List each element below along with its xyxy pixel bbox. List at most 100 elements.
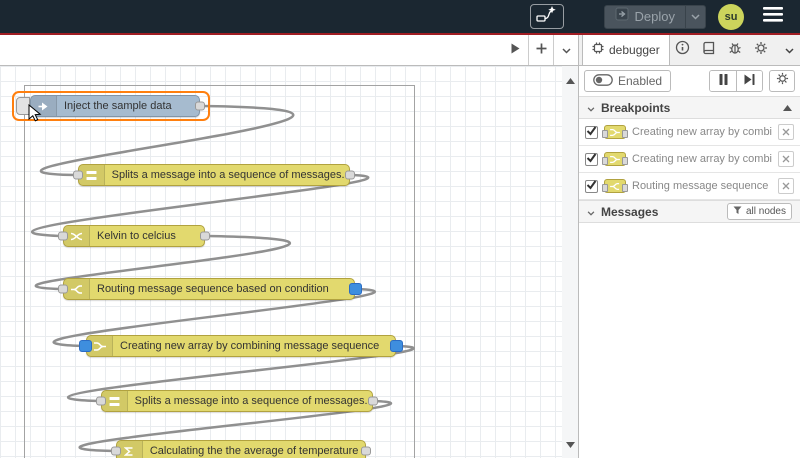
messages-section-header[interactable]: Messages all nodes <box>579 200 800 223</box>
message-filter-button[interactable]: all nodes <box>726 203 792 220</box>
input-port[interactable] <box>73 170 83 180</box>
scroll-down-icon[interactable] <box>566 435 575 453</box>
messages-title: Messages <box>601 204 659 219</box>
node-label: Calculating the the average of temperatu… <box>149 445 359 457</box>
list-scroll-up-button[interactable] <box>783 104 792 111</box>
tab-help[interactable] <box>696 35 722 65</box>
debugger-enabled-toggle[interactable]: Enabled <box>584 70 672 92</box>
breakpoint-label: Routing message sequence based on condit… <box>632 180 772 192</box>
input-port[interactable] <box>58 231 68 241</box>
gear-icon <box>754 41 768 60</box>
breakpoints-section-header[interactable]: Breakpoints <box>579 96 800 119</box>
flow-node-join[interactable]: Creating new array by combining message … <box>79 335 403 357</box>
workspace-toolbar <box>0 35 578 66</box>
close-icon <box>782 177 790 195</box>
tab-debug-messages[interactable] <box>722 35 748 65</box>
input-port[interactable] <box>111 446 121 456</box>
breakpoint-marker[interactable] <box>390 340 403 352</box>
funnel-icon <box>733 206 742 218</box>
breakpoint-checkbox[interactable] <box>585 150 598 168</box>
gear-icon <box>776 72 789 90</box>
node-label: Routing message sequence based on condit… <box>97 283 329 295</box>
breakpoint-label: Creating new array by combining message … <box>632 126 772 138</box>
mouse-cursor <box>28 103 42 128</box>
breakpoint-item[interactable]: Creating new array by combining message … <box>579 146 800 173</box>
debugger-controls: Enabled <box>579 66 800 96</box>
output-port[interactable] <box>345 170 355 180</box>
remove-breakpoint-button[interactable] <box>778 178 794 194</box>
node-label: Kelvin to celcius <box>97 230 176 242</box>
ai-assistant-button[interactable] <box>529 4 564 29</box>
user-avatar[interactable]: su <box>718 3 744 30</box>
plus-icon <box>536 41 547 59</box>
input-port[interactable] <box>58 284 68 294</box>
play-icon <box>511 41 520 59</box>
step-button[interactable] <box>736 71 762 91</box>
main-menu-button[interactable] <box>756 4 790 30</box>
breakpoint-label: Creating new array by combining message … <box>632 153 772 165</box>
debugger-tab-label: debugger <box>609 43 660 57</box>
deploy-options-button[interactable] <box>685 5 705 28</box>
enabled-label: Enabled <box>618 74 663 88</box>
node-label: Splits a message into a sequence of mess… <box>111 169 345 181</box>
deploy-button[interactable]: Deploy <box>603 4 706 29</box>
chevron-down-icon <box>561 41 571 59</box>
scroll-up-icon[interactable] <box>566 71 575 89</box>
tab-scroll-right-button[interactable] <box>503 35 528 65</box>
join-node-mini-icon <box>602 125 628 139</box>
toggle-icon <box>593 73 613 89</box>
add-flow-button[interactable] <box>528 35 553 65</box>
tab-config[interactable] <box>748 35 774 65</box>
output-port[interactable] <box>195 101 205 111</box>
check-icon <box>586 150 597 168</box>
pause-button[interactable] <box>710 71 736 91</box>
remove-breakpoint-button[interactable] <box>778 124 794 140</box>
close-icon <box>782 123 790 141</box>
close-icon <box>782 150 790 168</box>
node-label: Creating new array by combining message … <box>120 340 380 352</box>
info-icon <box>675 40 690 60</box>
canvas-scrollbar[interactable] <box>562 66 578 458</box>
step-icon <box>744 72 755 90</box>
breakpoint-marker[interactable] <box>79 340 92 352</box>
flow-node-split[interactable]: Splits a message into a sequence of mess… <box>96 390 378 412</box>
ai-node-icon <box>535 5 558 28</box>
flow-node-change[interactable]: Kelvin to celcius <box>58 225 210 247</box>
flow-node-inject[interactable]: Inject the sample data <box>30 95 205 117</box>
output-port[interactable] <box>368 396 378 406</box>
workspace: Inject the sample data Splits a message … <box>0 35 578 458</box>
breakpoint-checkbox[interactable] <box>585 125 598 139</box>
remove-breakpoint-button[interactable] <box>778 151 794 167</box>
sidebar: debugger Enabled Breakpoints Creating ne… <box>578 35 800 458</box>
sidebar-tab-list-button[interactable] <box>778 35 800 65</box>
deploy-label: Deploy <box>634 9 675 24</box>
flow-node-split[interactable]: Splits a message into a sequence of mess… <box>73 164 355 186</box>
switch-node-mini-icon <box>602 179 628 193</box>
flow-list-button[interactable] <box>553 35 578 65</box>
breakpoints-title: Breakpoints <box>601 100 671 115</box>
breakpoint-checkbox[interactable] <box>585 177 598 195</box>
chevron-down-icon <box>784 41 794 59</box>
flow-canvas[interactable]: Inject the sample data Splits a message … <box>0 66 562 458</box>
debugger-settings-button[interactable] <box>769 70 795 92</box>
breakpoint-item[interactable]: Creating new array by combining message … <box>579 119 800 146</box>
input-port[interactable] <box>96 396 106 406</box>
check-icon <box>586 177 597 195</box>
breakpoint-item[interactable]: Routing message sequence based on condit… <box>579 173 800 200</box>
debugger-tab-icon <box>592 41 604 59</box>
node-label: Inject the sample data <box>64 100 172 112</box>
avatar-initials: su <box>724 10 738 23</box>
chevron-down-icon <box>587 203 595 221</box>
flow-node-switch[interactable]: Routing message sequence based on condit… <box>58 278 362 300</box>
breakpoint-marker[interactable] <box>349 283 362 295</box>
output-port[interactable] <box>361 446 371 456</box>
join-node-mini-icon <box>602 152 628 166</box>
output-port[interactable] <box>200 231 210 241</box>
flow-node-function[interactable]: Calculating the the average of temperatu… <box>111 440 371 458</box>
tab-debugger[interactable]: debugger <box>582 35 670 65</box>
chevron-down-icon <box>587 99 595 117</box>
tab-info[interactable] <box>670 35 696 65</box>
bug-icon <box>728 41 742 60</box>
debugger-step-controls <box>709 70 763 92</box>
filter-label: all nodes <box>745 206 786 217</box>
